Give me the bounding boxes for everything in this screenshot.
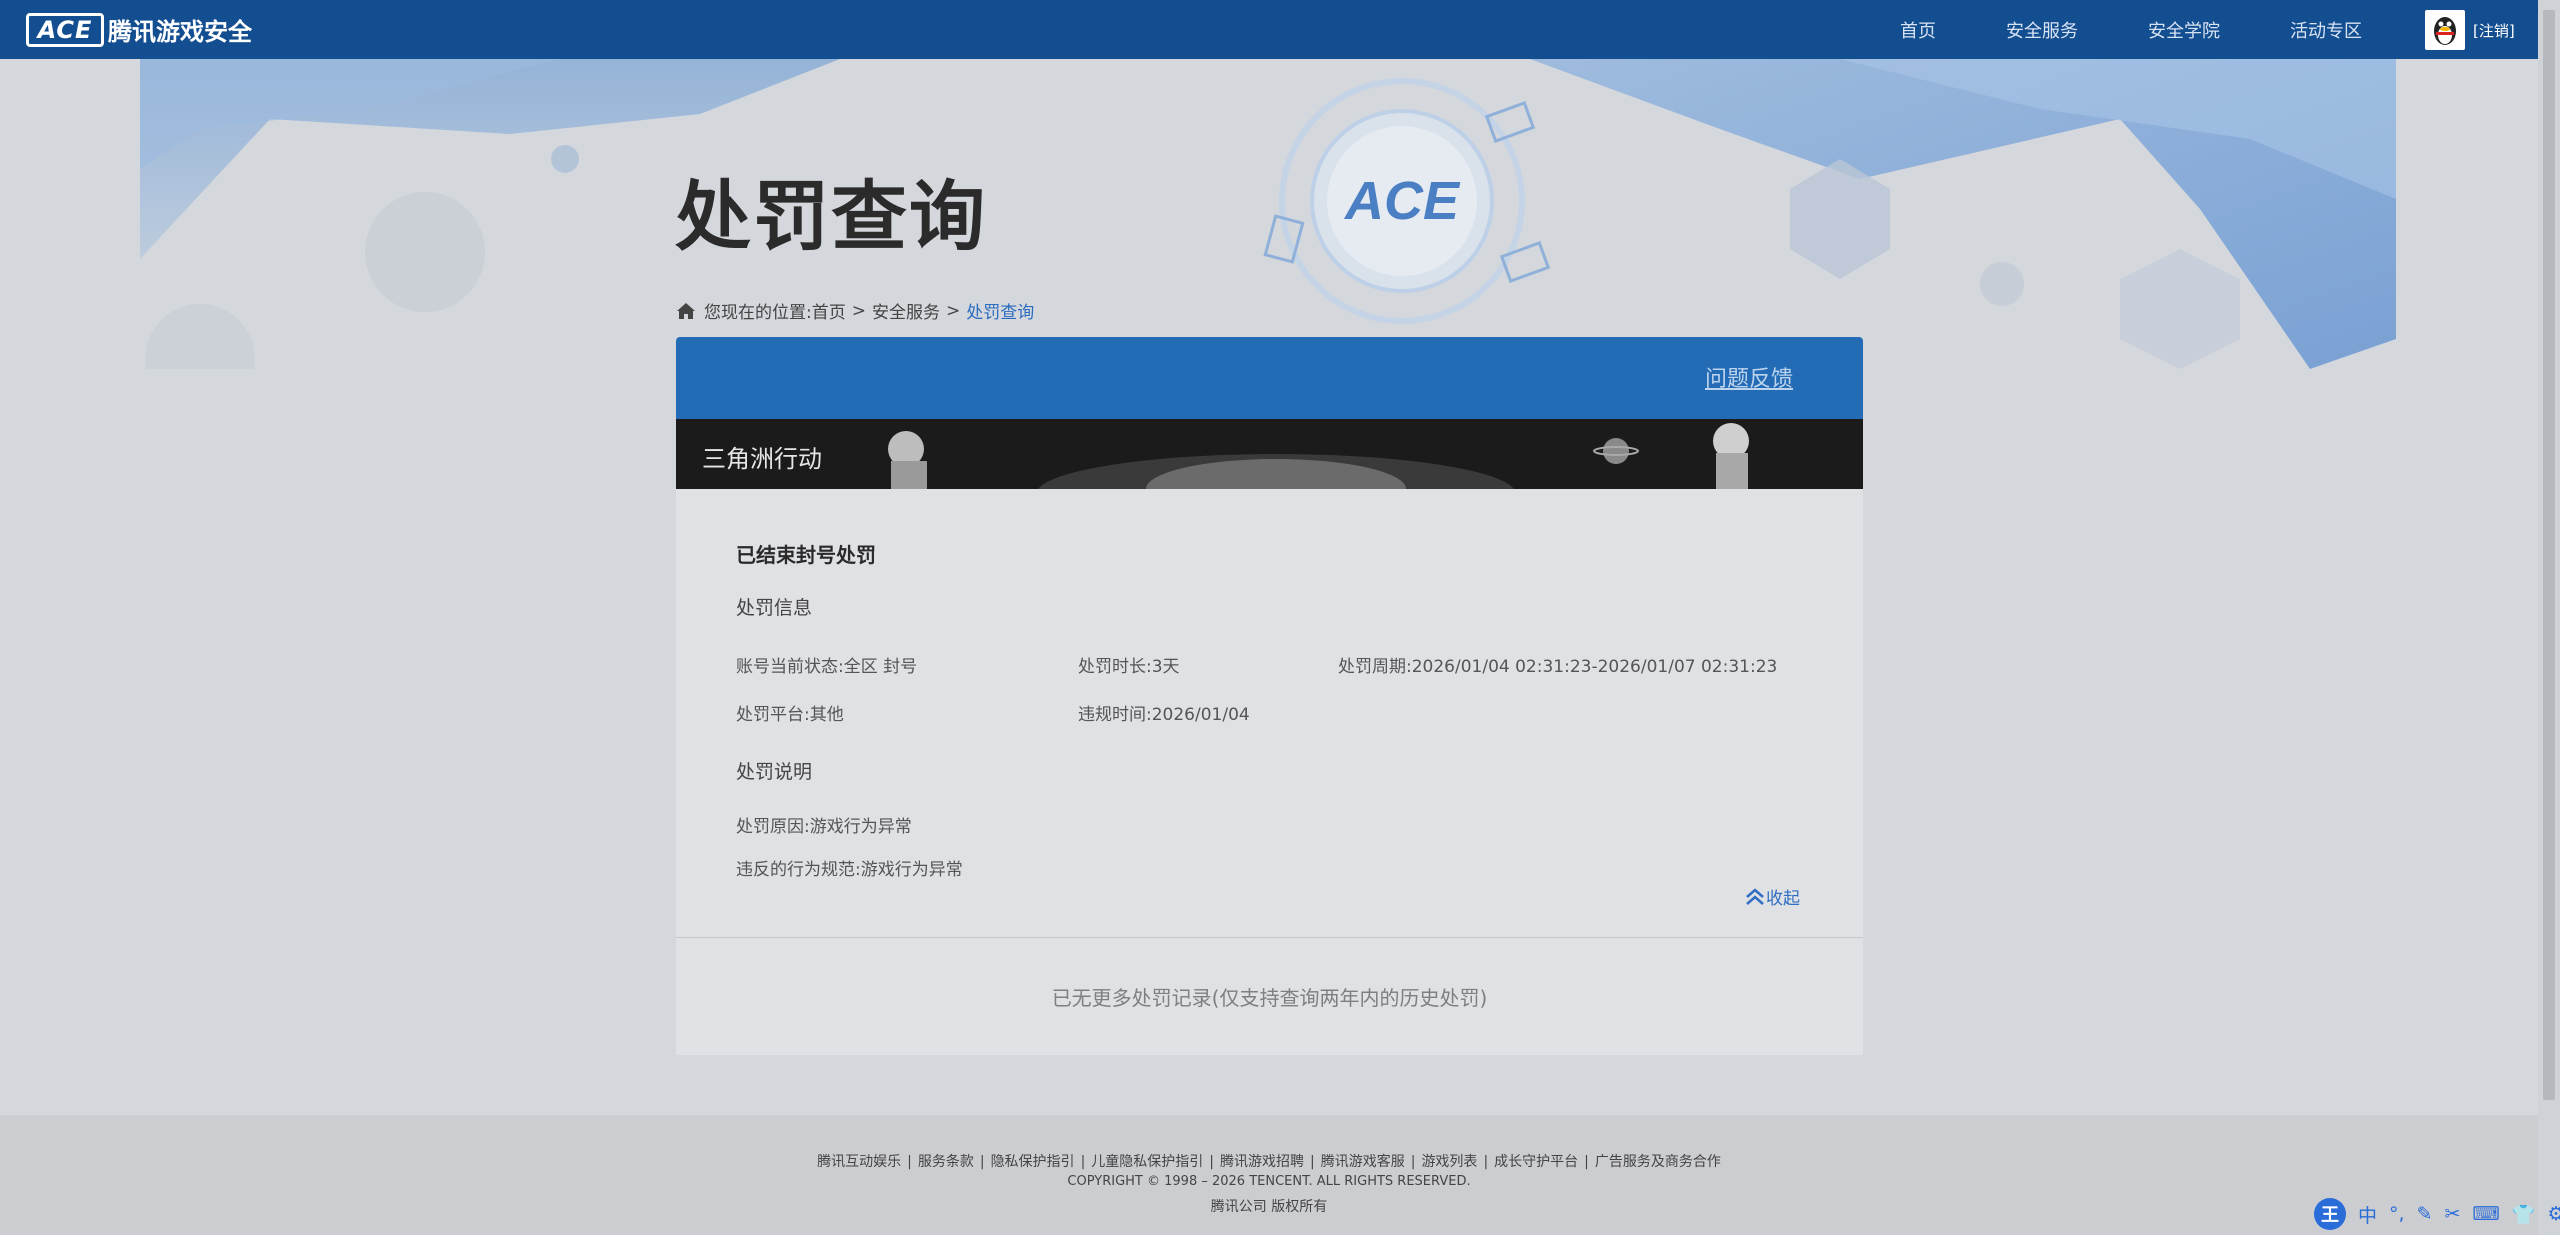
nav-item-events[interactable]: 活动专区 bbox=[2290, 17, 2362, 43]
game-name: 三角洲行动 bbox=[702, 445, 822, 473]
breadcrumb-security-services[interactable]: 安全服务 bbox=[872, 298, 940, 323]
footer-link-tencent-ent[interactable]: 腾讯互动娱乐 bbox=[817, 1154, 901, 1170]
record-title: 已结束封号处罚 bbox=[736, 543, 876, 567]
copyright: COPYRIGHT © 1998 – 2026 TENCENT. ALL RIG… bbox=[1067, 1174, 1471, 1189]
game-banner: 三角洲行动 bbox=[676, 419, 1863, 489]
footer-link-child-privacy[interactable]: 儿童隐私保护指引 bbox=[1091, 1154, 1203, 1170]
footer-link-growth-guard[interactable]: 成长守护平台 bbox=[1494, 1154, 1578, 1170]
footer-separator: | bbox=[1483, 1154, 1489, 1170]
punishment-duration: 处罚时长:3天 bbox=[1078, 657, 1180, 677]
info-section-label: 处罚信息 bbox=[736, 597, 813, 619]
footer-separator: | bbox=[1209, 1154, 1214, 1170]
account-status: 账号当前状态:全区 封号 bbox=[736, 657, 918, 677]
description-section-label: 处罚说明 bbox=[736, 761, 813, 783]
footer-link-privacy[interactable]: 隐私保护指引 bbox=[991, 1154, 1075, 1170]
site-logo[interactable]: ACE 腾讯游戏安全 bbox=[26, 12, 252, 47]
nav-item-home[interactable]: 首页 bbox=[1900, 17, 1936, 43]
logo-text: 腾讯游戏安全 bbox=[108, 18, 252, 46]
ime-settings-icon[interactable]: ⚙ bbox=[2548, 1203, 2560, 1225]
top-navbar: ACE 腾讯游戏安全 首页 安全服务 安全学院 活动专区 [注销] bbox=[0, 0, 2538, 59]
footer-link-ads[interactable]: 广告服务及商务合作 bbox=[1595, 1154, 1721, 1170]
breadcrumb-separator: > bbox=[945, 300, 961, 321]
ime-handwriting-icon[interactable]: ✎ bbox=[2417, 1203, 2433, 1225]
chevron-up-icon bbox=[1746, 887, 1764, 905]
logout-link[interactable]: [注销] bbox=[2473, 20, 2515, 41]
footer-link-jobs[interactable]: 腾讯游戏招聘 bbox=[1220, 1154, 1304, 1170]
hero-decoration: ACE bbox=[140, 59, 2396, 369]
nav-item-security-services[interactable]: 安全服务 bbox=[2006, 17, 2078, 43]
hero-background: ACE bbox=[140, 59, 2396, 369]
punishment-period: 处罚周期:2026/01/04 02:31:23-2026/01/07 02:3… bbox=[1338, 657, 1778, 677]
main-nav: 首页 安全服务 安全学院 活动专区 bbox=[1900, 0, 2432, 59]
records-end-note: 已无更多处罚记录(仅支持查询两年内的历史处罚) bbox=[676, 938, 1863, 1055]
home-icon bbox=[677, 302, 695, 319]
violation-time: 违规时间:2026/01/04 bbox=[1078, 705, 1250, 725]
ime-keyboard-icon[interactable]: ⌨ bbox=[2472, 1203, 2499, 1225]
breadcrumb-current: 处罚查询 bbox=[966, 303, 1035, 323]
svg-text:ACE: ACE bbox=[1343, 171, 1461, 231]
user-area: [注销] bbox=[2425, 10, 2515, 50]
breadcrumb: 您现在的位置: 首页 > 安全服务 > 处罚查询 bbox=[676, 298, 1034, 323]
footer-separator: | bbox=[1310, 1154, 1315, 1170]
nav-item-security-academy[interactable]: 安全学院 bbox=[2148, 17, 2220, 43]
punishment-platform: 处罚平台:其他 bbox=[736, 705, 844, 725]
no-more-records: 已无更多处罚记录(仅支持查询两年内的历史处罚) bbox=[1051, 986, 1488, 1010]
breadcrumb-prefix: 您现在的位置: bbox=[704, 303, 812, 323]
footer-separator: | bbox=[1410, 1154, 1416, 1170]
footer-separator: | bbox=[1584, 1154, 1589, 1170]
footer-separator: | bbox=[1080, 1154, 1086, 1170]
ime-punctuation-icon[interactable]: °, bbox=[2389, 1203, 2405, 1225]
ime-scissors-icon[interactable]: ✂ bbox=[2444, 1203, 2460, 1225]
punishment-record: 已结束封号处罚 处罚信息 账号当前状态:全区 封号 处罚时长:3天 处罚周期:2… bbox=[676, 489, 1863, 938]
ime-chinese-mode[interactable]: 中 bbox=[2358, 1201, 2377, 1228]
game-banner-art bbox=[676, 419, 1863, 489]
page-scrollbar[interactable] bbox=[2538, 0, 2560, 1235]
footer-link-game-list[interactable]: 游戏列表 bbox=[1421, 1154, 1477, 1170]
footer-link-support[interactable]: 腾讯游戏客服 bbox=[1321, 1154, 1405, 1170]
violated-rule: 违反的行为规范:游戏行为异常 bbox=[736, 860, 963, 880]
qq-penguin-icon bbox=[2434, 17, 2456, 45]
ime-logo-icon[interactable]: 王 bbox=[2314, 1198, 2346, 1230]
avatar[interactable] bbox=[2425, 10, 2465, 50]
collapse-button[interactable]: 收起 bbox=[1744, 884, 1800, 909]
footer-separator: | bbox=[907, 1154, 912, 1170]
ime-skin-icon[interactable]: 👕 bbox=[2512, 1203, 2536, 1226]
ace-logo-mark: ACE bbox=[26, 12, 104, 47]
breadcrumb-home[interactable]: 首页 bbox=[812, 298, 846, 323]
scroll-thumb[interactable] bbox=[2543, 10, 2555, 1100]
punishment-reason: 处罚原因:游戏行为异常 bbox=[736, 817, 912, 837]
footer-links: 腾讯互动娱乐 | 服务条款 | 隐私保护指引 | 儿童隐私保护指引 | 腾讯游戏招聘 | 腾讯游戏客… bbox=[0, 1151, 2538, 1171]
footer: 腾讯互动娱乐 | 服务条款 | 隐私保护指引 | 儿童隐私保护指引 | 腾讯游戏招聘 | 腾讯游戏客… bbox=[0, 1115, 2538, 1235]
footer-separator: | bbox=[979, 1154, 985, 1170]
page-title: 处罚查询 bbox=[675, 172, 987, 261]
footer-link-terms[interactable]: 服务条款 bbox=[918, 1154, 974, 1170]
collapse-label: 收起 bbox=[1766, 889, 1800, 909]
feedback-link[interactable]: 问题反馈 bbox=[1705, 361, 1793, 393]
ime-toolbar: 王 中 °, ✎ ✂ ⌨ 👕 ⚙ bbox=[2314, 1197, 2560, 1231]
breadcrumb-separator: > bbox=[851, 300, 866, 321]
rights-reserved: 腾讯公司 版权所有 bbox=[1210, 1199, 1328, 1215]
panel-header: 问题反馈 bbox=[676, 337, 1863, 419]
